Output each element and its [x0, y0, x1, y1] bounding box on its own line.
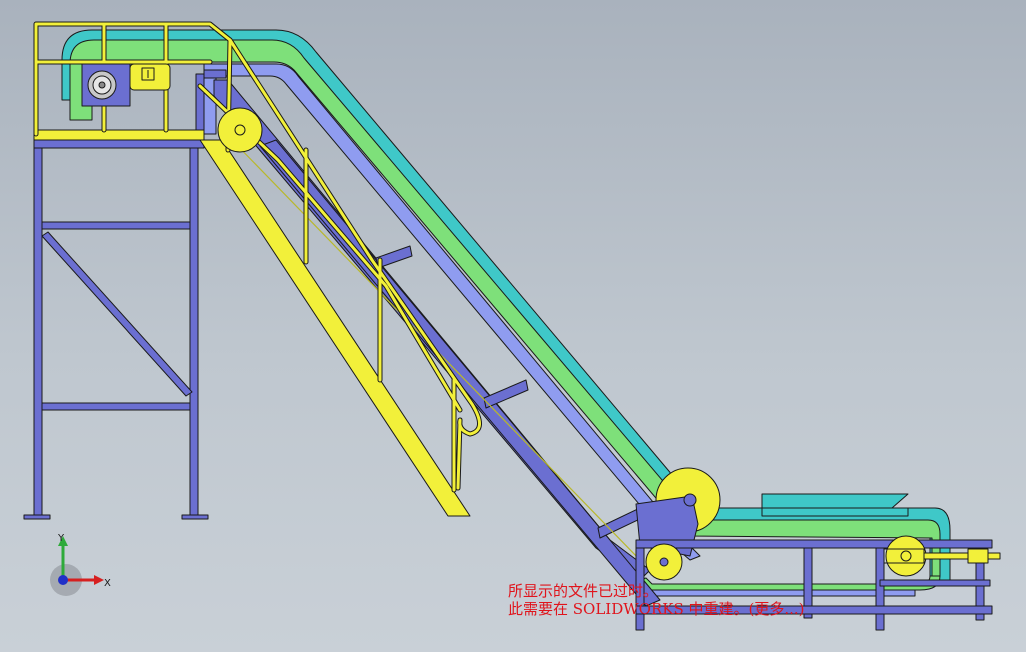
snub-pulley — [217, 107, 263, 153]
feed-hopper — [761, 493, 909, 517]
incline-side-frame — [213, 79, 661, 607]
y-axis-label: Y — [57, 533, 65, 544]
axis-triad: Y X — [50, 533, 111, 596]
x-axis-label: X — [104, 578, 111, 589]
rebuild-warning-line2[interactable]: 此需要在 SOLIDWORKS 中重建。(更多...) — [508, 600, 805, 618]
cad-graphics-viewport[interactable]: Y X 所显示的文件已过时。 此需要在 SOLIDWORKS 中重建。(更多..… — [0, 0, 1026, 652]
platform-deck — [33, 129, 205, 141]
gear-motor — [81, 63, 171, 107]
conveyor-model-view[interactable] — [0, 0, 1026, 652]
rebuild-warning-line1: 所显示的文件已过时。 — [508, 582, 659, 600]
